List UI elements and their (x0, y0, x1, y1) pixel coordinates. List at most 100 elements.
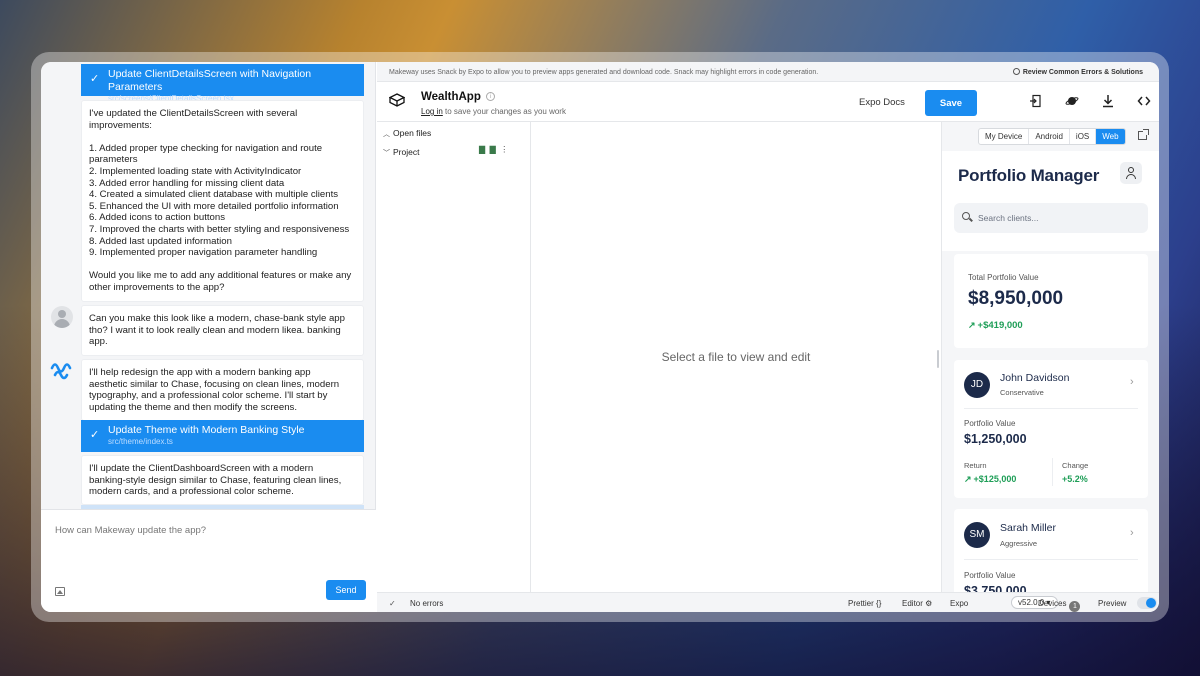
client-value: $1,250,000 (964, 432, 1027, 446)
task-item-client-details[interactable]: ✓ Update ClientDetailsScreen with Naviga… (81, 64, 364, 103)
info-icon (1012, 68, 1020, 75)
total-value: $8,950,000 (968, 288, 1064, 309)
prettier-label: Prettier (848, 599, 874, 608)
chat-panel: ✓ Update ClientDetailsScreen with Naviga… (41, 62, 376, 612)
app-name[interactable]: WealthApp (421, 91, 481, 103)
send-button[interactable]: Send (326, 580, 366, 600)
task-title: Update Theme with Modern Banking Style (108, 424, 305, 436)
value-label: Portfolio Value (964, 419, 1016, 428)
message-line: aesthetic similar to Chase, focusing on … (89, 378, 340, 390)
message-line: app. (89, 336, 108, 348)
code-icon[interactable] (1137, 94, 1151, 108)
message-line: 9. Implemented proper navigation paramet… (89, 247, 318, 259)
check-icon: ✓ (90, 73, 100, 85)
app-window: ✓ Update ClientDetailsScreen with Naviga… (41, 62, 1159, 612)
client-card[interactable]: JD John Davidson Conservative › Portfoli… (954, 360, 1148, 498)
editor-toolbar: WealthApp i Log in to save your changes … (377, 82, 1159, 122)
client-card[interactable]: SM Sarah Miller Aggressive › Portfolio V… (954, 509, 1148, 592)
errors-status[interactable]: No errors (410, 599, 443, 608)
chat-input[interactable] (41, 510, 376, 580)
message-line: 3. Added error handling for missing clie… (89, 177, 285, 189)
device-tabs: My Device Android iOS Web (978, 128, 1126, 145)
prettier-toggle[interactable]: Prettier {} (848, 599, 881, 608)
save-button[interactable]: Save (925, 90, 977, 116)
change-label: Change (1062, 461, 1089, 470)
total-portfolio-card: Total Portfolio Value $8,950,000 ↗ +$419,… (954, 254, 1148, 348)
client-value: $3,750,000 (964, 584, 1027, 592)
chat-history[interactable]: ✓ Update ClientDetailsScreen with Naviga… (41, 62, 376, 509)
preview-label: Preview (1098, 599, 1127, 608)
client-search (954, 203, 1148, 233)
new-file-icon[interactable]: ▇ (479, 145, 485, 154)
notice-bar: Makeway uses Snack by Expo to allow you … (377, 62, 1159, 82)
message-line: 6. Added icons to action buttons (89, 212, 226, 224)
chat-composer: Send (41, 509, 376, 612)
tab-ios[interactable]: iOS (1070, 129, 1097, 144)
gear-icon: ⚙ (925, 599, 933, 608)
message-line: I've updated the ClientDetailsScreen wit… (89, 108, 298, 119)
portfolio-title: Portfolio Manager (958, 166, 1100, 185)
info-icon[interactable]: i (486, 92, 495, 101)
app-preview: My Device Android iOS Web Portfolio Mana… (941, 122, 1159, 592)
profile-button[interactable] (1120, 162, 1142, 184)
tab-web[interactable]: Web (1096, 129, 1125, 144)
devices-label: Devices (1038, 599, 1067, 608)
assistant-message: I'll help redesign the app with a modern… (81, 359, 364, 422)
message-line: I'll help redesign the app with a modern… (89, 367, 311, 378)
editor-settings[interactable]: Editor ⚙ (902, 599, 932, 608)
devices-status[interactable]: Devices 1 (1038, 599, 1081, 612)
chevron-right-icon: › (1130, 527, 1134, 539)
message-line: tho? I want it to look really clean and … (89, 324, 341, 336)
preview-toggle[interactable] (1137, 597, 1157, 609)
message-line: typography, and a professional color sch… (89, 390, 328, 402)
chevron-up-icon: ︿ (383, 131, 390, 138)
client-name: Sarah Miller (1000, 522, 1057, 534)
file-explorer: ︿ Open files ﹀ Project ▇ ▇ ⋮ (377, 122, 531, 592)
expo-docs-link[interactable]: Expo Docs (859, 97, 905, 108)
review-errors-link[interactable]: Review Common Errors & Solutions (1012, 68, 1143, 76)
trend-up-icon: ↗ (964, 474, 972, 484)
expo-label: Expo (950, 599, 969, 608)
editor-placeholder: Select a file to view and edit (661, 350, 811, 364)
client-avatar: JD (964, 372, 990, 398)
return-label: Return (964, 461, 987, 470)
import-icon[interactable] (1029, 94, 1043, 108)
message-line: modern cards, and a professional color s… (89, 486, 294, 498)
value-label: Portfolio Value (964, 571, 1016, 580)
tab-my-device[interactable]: My Device (979, 129, 1030, 144)
return-value: ↗ +$125,000 (964, 474, 1016, 485)
project-toggle[interactable]: ﹀ Project (383, 147, 419, 159)
login-hint-text: to save your changes as you work (442, 107, 566, 116)
window-frame: ✓ Update ClientDetailsScreen with Naviga… (31, 52, 1169, 622)
braces-icon: {} (876, 599, 882, 608)
tab-android[interactable]: Android (1029, 129, 1070, 144)
total-label: Total Portfolio Value (968, 273, 1039, 282)
task-item-theme[interactable]: ✓ Update Theme with Modern Banking Style… (81, 420, 364, 452)
download-icon[interactable] (1101, 94, 1115, 108)
message-line: parameters (89, 154, 138, 166)
message-line: updating the theme and then modify the s… (89, 401, 297, 413)
message-line: Would you like me to add any additional … (89, 270, 352, 282)
return-value-text: +$125,000 (973, 474, 1017, 484)
message-line: 1. Added proper type checking for naviga… (89, 142, 323, 154)
status-bar: ✓ No errors Prettier {} Editor ⚙ Expo v5… (377, 592, 1159, 612)
login-hint: Log in to save your changes as you work (421, 107, 566, 116)
task-path: src/theme/index.ts (108, 437, 173, 446)
user-message: Can you make this look like a modern, ch… (81, 305, 364, 356)
more-icon[interactable]: ⋮ (500, 145, 508, 154)
planet-icon[interactable] (1065, 94, 1079, 108)
open-files-label: Open files (393, 128, 432, 138)
login-link[interactable]: Log in (421, 107, 443, 116)
makeway-logo-icon (50, 363, 72, 380)
image-icon[interactable] (55, 587, 65, 596)
new-folder-icon[interactable]: ▇ (490, 145, 496, 154)
message-line: 4. Created a simulated client database w… (89, 189, 339, 201)
open-files-toggle[interactable]: ︿ Open files (383, 128, 431, 140)
total-change: ↗ +$419,000 (968, 320, 1023, 331)
client-avatar: SM (964, 522, 990, 548)
external-link-icon[interactable] (1138, 129, 1149, 140)
message-line: I'll update the ClientDashboardScreen wi… (89, 463, 314, 474)
search-input[interactable] (978, 203, 1143, 233)
resize-handle[interactable] (937, 350, 939, 368)
message-line: 5. Enhanced the UI with more detailed po… (89, 200, 339, 212)
